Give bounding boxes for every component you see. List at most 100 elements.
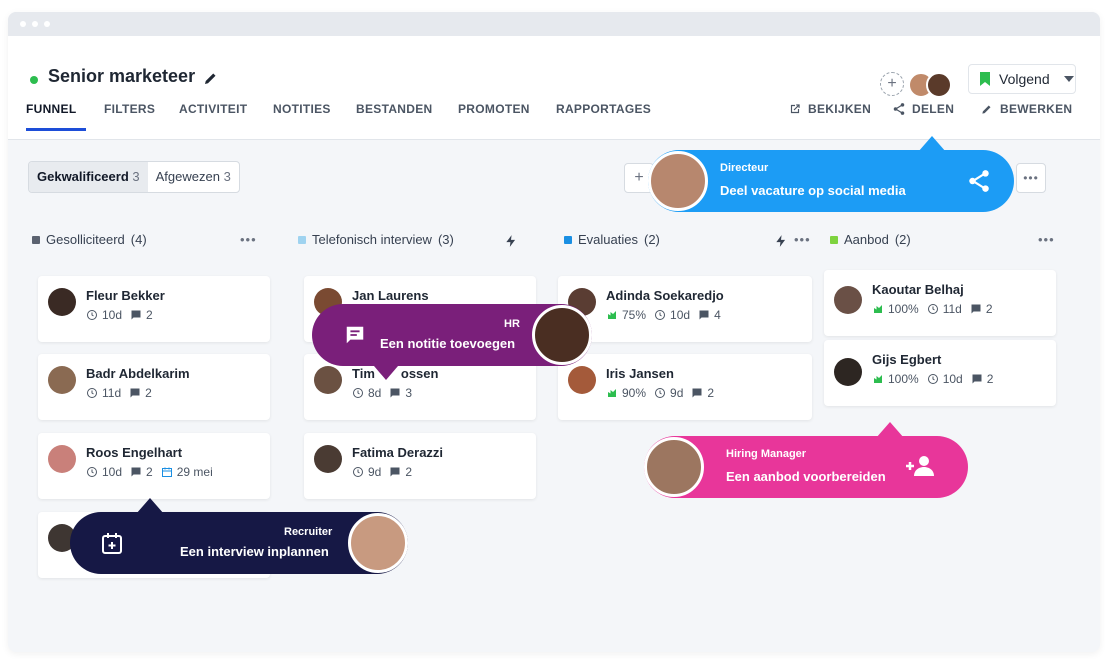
callout-role: Directeur (720, 162, 769, 174)
note-icon (346, 326, 364, 344)
days-in-stage: 10d (102, 308, 123, 322)
edit-button[interactable]: BEWERKEN (980, 102, 1072, 116)
callout-role: Hiring Manager (726, 448, 807, 460)
status-filter: Gekwalificeerd 3 Afgewezen 3 (28, 161, 240, 193)
window-dot (44, 21, 50, 27)
clock-icon (927, 304, 938, 314)
comment-count: 4 (714, 308, 721, 322)
rejected-filter[interactable]: Afgewezen 3 (148, 162, 239, 192)
callout-pointer (136, 498, 164, 514)
clock-icon (655, 388, 666, 398)
rejected-label: Afgewezen (155, 169, 220, 184)
comment-count: 2 (146, 465, 153, 479)
column-more-button[interactable]: ••• (1038, 232, 1055, 247)
clock-icon (87, 467, 97, 477)
calendar-add-icon (102, 533, 122, 554)
column-color-marker (564, 235, 572, 244)
clock-icon (353, 388, 363, 398)
column-count: (3) (437, 232, 454, 247)
candidate-card[interactable]: Iris Jansen 90% 9d 2 (558, 354, 812, 420)
edit-title-icon[interactable] (202, 69, 220, 87)
share-button[interactable]: DELEN (892, 102, 954, 116)
comment-icon (390, 388, 400, 398)
column-color-marker (298, 235, 306, 244)
tab-activiteit[interactable]: ACTIVITEIT (179, 102, 247, 116)
avatar (926, 72, 952, 98)
automation-icon[interactable] (504, 234, 518, 248)
candidate-name: Kaoutar Belhaj (872, 282, 964, 297)
score-icon (608, 311, 616, 319)
evaluation-score: 100% (888, 372, 919, 386)
column-more-button[interactable]: ••• (794, 232, 811, 247)
candidate-meta: 9d 2 (352, 465, 412, 479)
tab-rapportages[interactable]: RAPPORTAGES (556, 102, 651, 116)
candidate-name: Jan Laurens (352, 288, 429, 303)
qualified-filter[interactable]: Gekwalificeerd 3 (29, 162, 148, 192)
candidate-meta: 100% 11d 2 (872, 302, 993, 316)
column-more-button[interactable]: ••• (240, 232, 257, 247)
job-header: Senior marketeer FUNNEL FILTERS ACTIVITE… (8, 36, 1100, 140)
column-title: Telefonisch interview (312, 232, 432, 247)
avatar (834, 358, 862, 386)
tab-notities[interactable]: NOTITIES (273, 102, 331, 116)
automation-icon[interactable] (774, 234, 788, 248)
column-count: (2) (894, 232, 911, 247)
candidate-name-end: ossen (400, 366, 439, 381)
follow-dropdown[interactable]: Volgend (968, 64, 1076, 94)
comment-icon (131, 310, 141, 320)
score-icon (608, 389, 616, 397)
column-header-phone: Telefonisch interview (3) (298, 232, 454, 247)
qualified-label: Gekwalificeerd (37, 169, 129, 184)
candidate-card[interactable]: Kaoutar Belhaj 100% 11d 2 (824, 270, 1056, 336)
comment-count: 2 (986, 372, 994, 386)
avatar (834, 286, 862, 314)
job-title: Senior marketeer (48, 66, 196, 86)
clock-icon (353, 467, 363, 477)
candidate-card[interactable]: Adinda Soekaredjo 75% 10d 4 (558, 276, 812, 342)
tab-bestanden[interactable]: BESTANDEN (356, 102, 432, 116)
callout-pointer (876, 422, 904, 438)
director-callout: Directeur Deel vacature op social media (648, 150, 1014, 212)
avatar (314, 366, 342, 394)
evaluation-score: 90% (622, 386, 647, 400)
candidate-name: Iris Jansen (606, 366, 674, 381)
tab-filters[interactable]: FILTERS (104, 102, 155, 116)
comment-count: 3 (405, 386, 413, 400)
candidate-card[interactable]: Roos Engelhart 10d 2 29 mei (38, 433, 270, 499)
share-icon (893, 103, 905, 115)
edit-label: BEWERKEN (1000, 102, 1073, 116)
recruiter-avatar (348, 513, 408, 573)
avatar (48, 288, 76, 316)
clock-icon (927, 374, 938, 384)
rejected-count: 3 (223, 169, 231, 184)
candidate-meta: 10d 2 29 mei (86, 465, 213, 479)
avatar (568, 366, 596, 394)
bookmark-icon (980, 72, 990, 86)
candidate-name: Gijs Egbert (872, 352, 942, 367)
candidate-name: Adinda Soekaredjo (606, 288, 724, 303)
candidate-meta: 11d 2 (86, 386, 152, 400)
candidate-name: Fleur Bekker (86, 288, 165, 303)
comment-count: 2 (146, 308, 153, 322)
candidate-meta: 100% 10d 2 (872, 372, 993, 386)
add-member-button[interactable]: + (880, 72, 904, 96)
more-options-button[interactable]: ••• (1016, 163, 1046, 193)
avatar (48, 366, 76, 394)
tab-promoten[interactable]: PROMOTEN (458, 102, 530, 116)
tab-funnel[interactable]: FUNNEL (26, 102, 76, 116)
callout-pointer (374, 366, 398, 380)
candidate-card[interactable]: Gijs Egbert 100% 10d 2 (824, 340, 1056, 406)
days-in-stage: 10d (102, 465, 123, 479)
view-button[interactable]: BEKIJKEN (788, 102, 871, 116)
candidate-card[interactable]: Fatima Derazzi 9d 2 (304, 433, 536, 499)
comment-icon (971, 304, 981, 314)
candidate-meta: 90% 9d 2 (606, 386, 714, 400)
qualified-count: 3 (132, 169, 140, 184)
comment-icon (131, 467, 141, 477)
days-in-stage: 8d (368, 386, 382, 400)
candidate-card[interactable]: Fleur Bekker 10d 2 (38, 276, 270, 342)
external-link-icon (790, 104, 800, 114)
clock-icon (87, 310, 97, 320)
score-icon (874, 305, 882, 313)
candidate-card[interactable]: Badr Abdelkarim 11d 2 (38, 354, 270, 420)
